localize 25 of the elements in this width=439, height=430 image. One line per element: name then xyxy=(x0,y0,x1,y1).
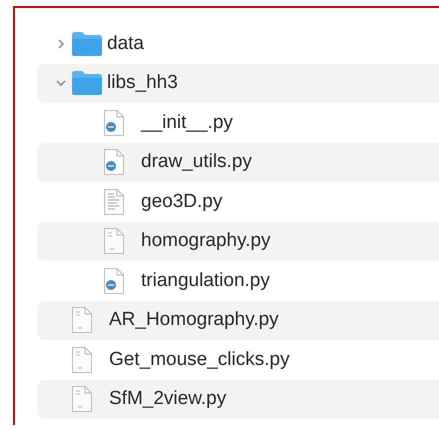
text-file-icon xyxy=(103,188,125,216)
tree-row[interactable]: libs_hh3 xyxy=(37,64,439,103)
tree-row[interactable]: SfM_2view.py xyxy=(37,380,439,419)
file-name[interactable]: __init__.py xyxy=(141,108,233,137)
file-icon xyxy=(71,346,93,374)
tree-row[interactable]: draw_utils.py xyxy=(37,142,439,182)
file-name[interactable]: geo3D.py xyxy=(141,188,222,216)
file-name[interactable]: Get_mouse_clicks.py xyxy=(109,346,290,374)
python-file-icon xyxy=(103,108,125,137)
file-name[interactable]: draw_utils.py xyxy=(141,148,252,176)
python-file-icon xyxy=(103,266,125,295)
tree-row[interactable]: AR_Homography.py xyxy=(37,300,439,340)
folder-name[interactable]: data xyxy=(107,30,144,58)
folder-icon xyxy=(71,30,103,57)
file-icon xyxy=(71,385,93,414)
file-name[interactable]: SfM_2view.py xyxy=(109,385,226,414)
python-file-icon xyxy=(103,148,125,176)
folder-name[interactable]: libs_hh3 xyxy=(107,69,178,98)
file-name[interactable]: triangulation.py xyxy=(141,266,270,295)
file-icon xyxy=(103,227,125,256)
tree-row[interactable]: homography.py xyxy=(37,222,439,261)
file-icon xyxy=(71,306,93,334)
file-name[interactable]: AR_Homography.py xyxy=(109,306,279,334)
folder-icon xyxy=(71,70,103,96)
file-name[interactable]: homography.py xyxy=(141,227,271,256)
